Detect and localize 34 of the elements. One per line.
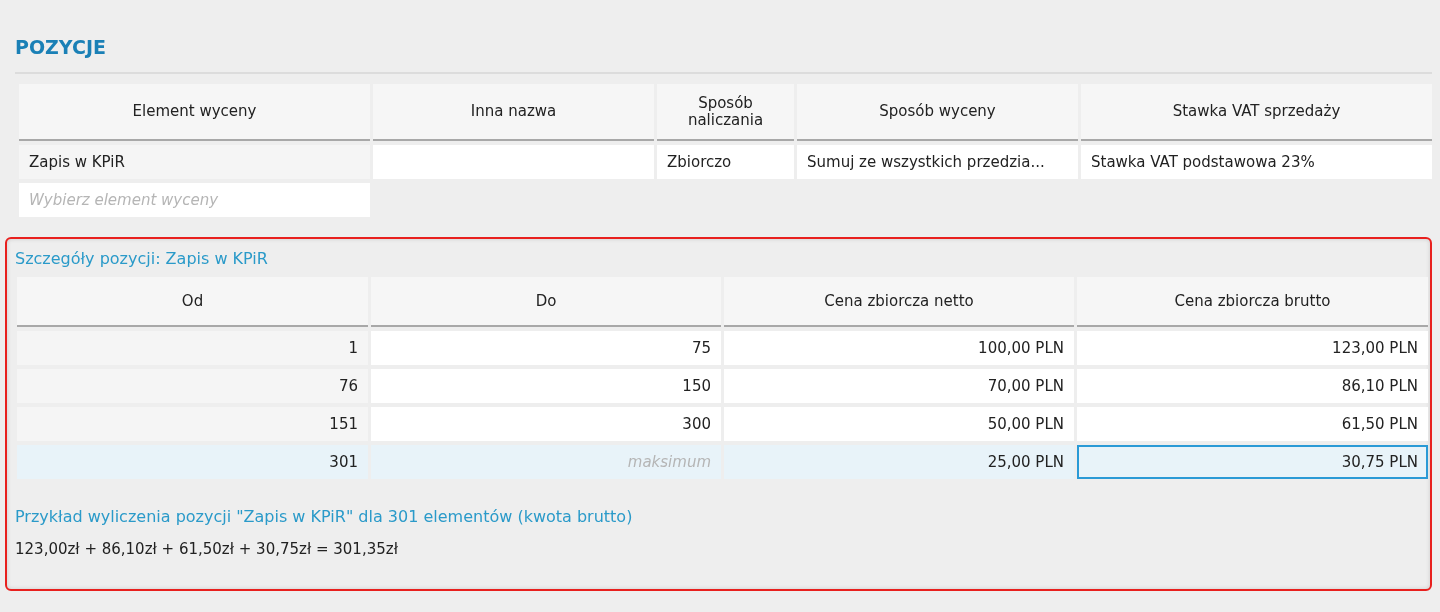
example-title: Przykład wyliczenia pozycji "Zapis w KPiR" dla 301 elementów (kwota brutto) xyxy=(15,507,633,526)
details-title: Szczegóły pozycji: Zapis w KPiR xyxy=(15,249,268,268)
input-field[interactable]: Wybierz element wyceny xyxy=(19,183,370,217)
column-header: Sposób wyceny xyxy=(797,84,1078,141)
table-cell: 70,00 PLN xyxy=(724,369,1074,403)
column-header: Stawka VAT sprzedaży xyxy=(1081,84,1432,141)
column-header: Cena zbiorcza brutto xyxy=(1077,277,1428,327)
table-cell: Stawka VAT podstawowa 23% xyxy=(1081,145,1432,179)
table-cell: 61,50 PLN xyxy=(1077,407,1428,441)
table-cell: 75 xyxy=(371,331,721,365)
table-cell: 150 xyxy=(371,369,721,403)
table-cell: Zapis w KPiR xyxy=(19,145,370,179)
column-header: Cena zbiorcza netto xyxy=(724,277,1074,327)
table-cell: 300 xyxy=(371,407,721,441)
column-header: Element wyceny xyxy=(19,84,370,141)
table-cell: 151 xyxy=(17,407,368,441)
column-header: Sposób naliczania xyxy=(657,84,794,141)
table-cell: 76 xyxy=(17,369,368,403)
table-cell: Zbiorczo xyxy=(657,145,794,179)
table-cell: 50,00 PLN xyxy=(724,407,1074,441)
table-cell: 25,00 PLN xyxy=(724,445,1074,479)
table-cell: Sumuj ze wszystkich przedzia... xyxy=(797,145,1078,179)
table-cell: 100,00 PLN xyxy=(724,331,1074,365)
column-header: Inna nazwa xyxy=(373,84,654,141)
table-cell: 123,00 PLN xyxy=(1077,331,1428,365)
section-title: POZYCJE xyxy=(15,35,106,58)
table-cell: 86,10 PLN xyxy=(1077,369,1428,403)
column-header: Od xyxy=(17,277,368,327)
input-field[interactable]: maksimum xyxy=(371,445,721,479)
table-cell: 1 xyxy=(17,331,368,365)
table-cell: 30,75 PLN xyxy=(1077,445,1428,479)
table-cell: 301 xyxy=(17,445,368,479)
example-formula: 123,00zł + 86,10zł + 61,50zł + 30,75zł = 301,35zł xyxy=(15,540,398,558)
column-header: Do xyxy=(371,277,721,327)
